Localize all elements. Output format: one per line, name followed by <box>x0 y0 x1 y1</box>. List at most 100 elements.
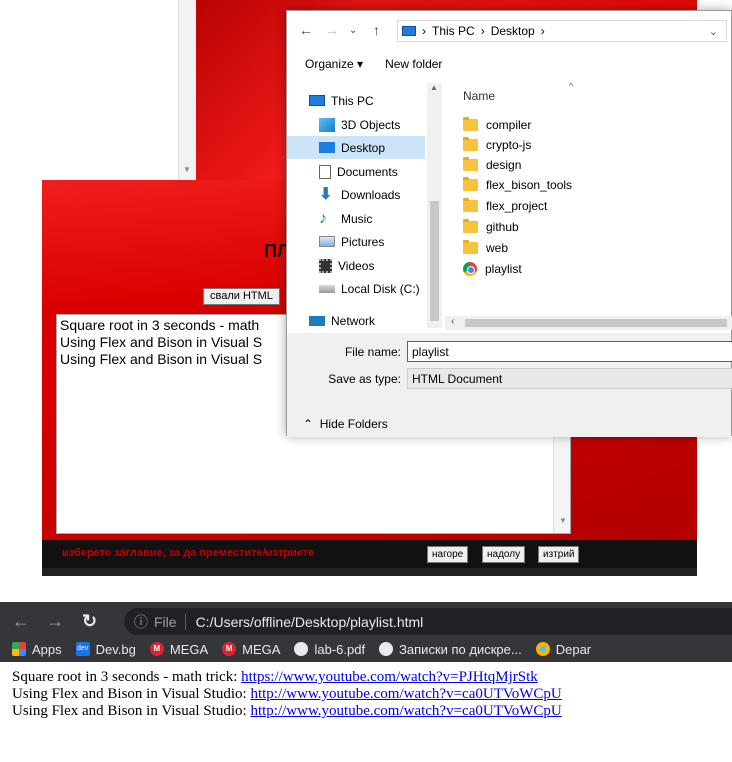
breadcrumb-desktop[interactable]: Desktop <box>491 24 535 38</box>
scroll-left-arrow-icon[interactable]: ‹ <box>451 316 454 327</box>
up-arrow-icon[interactable]: ↑ <box>373 22 380 38</box>
folder-icon <box>463 219 478 233</box>
dialog-toolbar: Organize ▾ New folder <box>287 49 731 79</box>
file-list-horizontal-scrollbar[interactable]: ‹ <box>445 316 732 330</box>
video-icon <box>319 258 332 273</box>
bookmark-notes[interactable]: Записки по дискре... <box>379 642 522 657</box>
nav-item-local-disk[interactable]: Local Disk (C:) <box>287 277 425 300</box>
globe-icon <box>379 642 394 656</box>
download-icon: ⬇ <box>319 185 333 203</box>
folder-icon <box>463 137 478 151</box>
nav-item-documents[interactable]: Documents <box>287 160 425 183</box>
nav-item-3d-objects[interactable]: 3D Objects <box>287 113 425 136</box>
folder-icon <box>463 198 478 212</box>
hide-folders-toggle[interactable]: ⌃ Hide Folders <box>303 417 388 431</box>
file-item-playlist[interactable]: playlist <box>463 258 522 280</box>
scrollbar-thumb[interactable] <box>430 201 439 321</box>
apps-grid-icon <box>12 642 26 656</box>
video-link[interactable]: https://www.youtube.com/watch?v=PJHtqMjr… <box>241 669 538 685</box>
bookmark-dev-bg[interactable]: dev Dev.bg <box>75 642 136 657</box>
scroll-down-arrow-icon[interactable]: ▼ <box>559 512 567 529</box>
chrome-icon <box>463 262 477 276</box>
pictures-icon <box>319 236 335 247</box>
nav-item-music[interactable]: ♪ Music <box>287 207 425 230</box>
dialog-nav-bar: ← → ⌄ ↑ › This PC › Desktop › ⌄ <box>287 11 731 49</box>
recent-chevron-icon[interactable]: ⌄ <box>349 25 357 36</box>
scroll-up-arrow-icon[interactable]: ▲ <box>430 83 438 92</box>
bookmarks-bar: Apps dev Dev.bg M MEGA M MEGA lab-6.pdf … <box>0 636 732 662</box>
file-item-github[interactable]: github <box>463 216 519 238</box>
app-top-scrollbar[interactable]: ▼ <box>178 0 196 180</box>
nav-item-videos[interactable]: Videos <box>287 254 425 277</box>
breadcrumb-this-pc[interactable]: This PC <box>432 24 475 38</box>
video-link[interactable]: http://www.youtube.com/watch?v=ca0UTVoWC… <box>250 686 561 702</box>
page-content: Square root in 3 seconds - math trick: h… <box>0 662 732 762</box>
forward-arrow-icon[interactable]: → <box>325 22 339 38</box>
chevron-up-icon: ⌃ <box>303 417 314 431</box>
cube-icon <box>319 117 335 132</box>
mega-icon: M <box>149 642 164 656</box>
back-arrow-icon[interactable]: ← <box>299 22 313 38</box>
save-as-type-select[interactable]: HTML Document <box>407 368 732 389</box>
save-as-type-label: Save as type: <box>328 372 401 386</box>
address-breadcrumb[interactable]: › This PC › Desktop › ⌄ <box>397 20 727 42</box>
bookmark-mega-2[interactable]: M MEGA <box>222 642 280 657</box>
file-name-input[interactable] <box>407 341 732 362</box>
music-icon: ♪ <box>319 209 327 227</box>
browser-window: ← → ↻ ⓘ File C:/Users/offline/Desktop/pl… <box>0 602 732 762</box>
file-name-label: File name: <box>344 345 401 359</box>
pc-icon <box>309 95 325 106</box>
sort-indicator-icon: ^ <box>569 81 574 91</box>
mega-icon: M <box>222 642 237 656</box>
nav-item-this-pc[interactable]: This PC <box>287 89 425 112</box>
file-item-flex-project[interactable]: flex_project <box>463 195 547 217</box>
nav-item-network[interactable]: Network <box>287 309 425 332</box>
load-html-button[interactable]: свали HTML <box>203 288 280 305</box>
pc-icon <box>402 26 416 36</box>
folder-icon <box>463 157 478 171</box>
move-up-button[interactable]: нагоре <box>427 546 469 563</box>
app-top-panel <box>0 0 180 180</box>
footer-hint: изберете заглавие, за да преместите/изтр… <box>62 547 315 559</box>
nav-item-desktop[interactable]: Desktop <box>287 136 425 159</box>
protocol-label: File <box>154 613 177 630</box>
scrollbar-thumb[interactable] <box>465 319 727 327</box>
desktop-icon <box>319 142 335 153</box>
video-link[interactable]: http://www.youtube.com/watch?v=ca0UTVoWC… <box>250 703 561 719</box>
back-arrow-icon[interactable]: ← <box>12 611 30 632</box>
scroll-down-arrow-icon[interactable]: ▼ <box>183 165 191 174</box>
file-item-flex-bison-tools[interactable]: flex_bison_tools <box>463 174 572 196</box>
dialog-bottom-panel: File name: Save as type: HTML Document ⌃… <box>287 333 732 437</box>
navigation-pane: This PC 3D Objects Desktop Documents ⬇ D… <box>287 81 442 343</box>
new-folder-button[interactable]: New folder <box>385 57 442 71</box>
bookmark-depar[interactable]: Depar <box>535 642 591 657</box>
reload-icon[interactable]: ↻ <box>82 611 97 632</box>
forward-arrow-icon[interactable]: → <box>46 611 64 632</box>
network-icon <box>309 315 325 326</box>
dev-bg-icon: dev <box>75 642 90 656</box>
info-icon[interactable]: ⓘ <box>134 612 148 632</box>
address-bar[interactable]: ⓘ File C:/Users/offline/Desktop/playlist… <box>124 608 732 635</box>
delete-button[interactable]: изтрий <box>538 546 580 563</box>
chevron-down-icon[interactable]: ⌄ <box>709 25 718 38</box>
bookmark-lab-6-pdf[interactable]: lab-6.pdf <box>294 642 365 657</box>
bookmark-apps[interactable]: Apps <box>12 642 62 657</box>
bookmark-mega-1[interactable]: M MEGA <box>149 642 208 657</box>
url-text[interactable]: C:/Users/offline/Desktop/playlist.html <box>196 614 424 630</box>
column-header-name[interactable]: Name <box>463 89 495 103</box>
file-item-design[interactable]: design <box>463 154 521 176</box>
app-footer: изберете заглавие, за да преместите/изтр… <box>42 540 697 568</box>
nav-pane-scrollbar[interactable]: ▲ ⌄ <box>427 83 442 341</box>
file-item-compiler[interactable]: compiler <box>463 114 531 136</box>
nav-item-downloads[interactable]: ⬇ Downloads <box>287 183 425 206</box>
disk-icon <box>319 284 335 293</box>
nav-item-pictures[interactable]: Pictures <box>287 230 425 253</box>
site-icon <box>535 642 550 656</box>
move-down-button[interactable]: надолу <box>482 546 526 563</box>
playlist-entry: Using Flex and Bison in Visual Studio: h… <box>12 686 562 702</box>
file-item-crypto-js[interactable]: crypto-js <box>463 134 531 156</box>
playlist-entry: Using Flex and Bison in Visual Studio: h… <box>12 703 562 719</box>
save-as-dialog: ← → ⌄ ↑ › This PC › Desktop › ⌄ Organize… <box>286 10 732 437</box>
organize-menu[interactable]: Organize ▾ <box>305 57 363 71</box>
file-item-web[interactable]: web <box>463 237 508 259</box>
